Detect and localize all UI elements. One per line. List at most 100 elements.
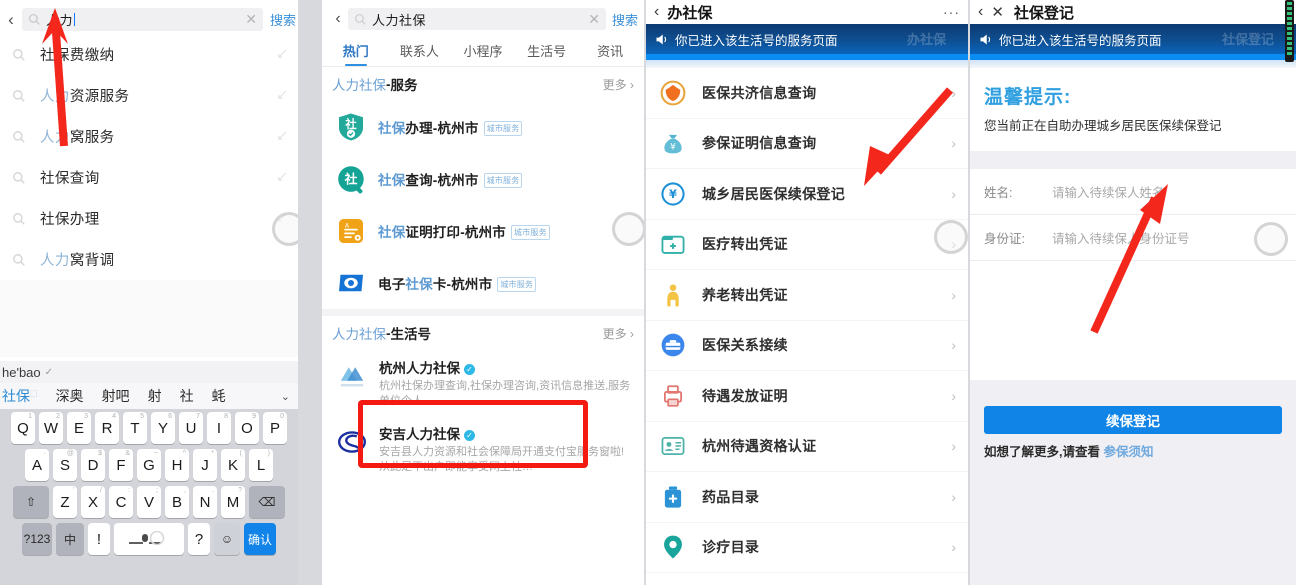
service-menu-item[interactable]: 材料目录 › xyxy=(646,573,968,585)
suggestion-item[interactable]: 社保费缴纳 xyxy=(0,34,298,75)
key-X[interactable]: / X xyxy=(81,486,105,518)
service-row[interactable]: 电子社保卡-杭州市 城市服务 xyxy=(322,257,644,309)
insurance-notice-link[interactable]: 参保须知 xyxy=(1103,445,1153,459)
question-key[interactable]: ? xyxy=(188,523,210,555)
backspace-key[interactable]: ⌫ xyxy=(249,486,285,518)
key-R[interactable]: 4R xyxy=(95,412,119,444)
close-icon[interactable]: ✕ xyxy=(991,3,1004,21)
tab-hot[interactable]: 热门 xyxy=(324,41,388,66)
clear-search-icon[interactable]: ✕ xyxy=(588,12,600,26)
name-field-row[interactable]: 姓名: 请输入待续保人姓名 xyxy=(970,169,1296,215)
key-N[interactable]: .N xyxy=(193,486,217,518)
key-J[interactable]: * J xyxy=(193,449,217,481)
fill-arrow-icon[interactable] xyxy=(275,130,288,143)
key-T[interactable]: 5T xyxy=(123,412,147,444)
scrollbar-indicator[interactable] xyxy=(1285,0,1294,62)
search-input[interactable]: 人力 ✕ xyxy=(22,7,263,31)
service-row[interactable]: 社 社保查询-杭州市 城市服务 xyxy=(322,153,644,205)
emoji-key[interactable]: ☺ xyxy=(214,523,240,555)
service-menu-item[interactable]: 待遇发放证明 › xyxy=(646,371,968,422)
more-services-link[interactable]: 更多 › xyxy=(603,76,634,93)
service-menu-item[interactable]: 药品目录 › xyxy=(646,472,968,523)
tab-news[interactable]: 资讯 xyxy=(578,41,642,66)
back-chevron-icon[interactable]: ‹ xyxy=(0,11,22,28)
tab-contacts[interactable]: 联系人 xyxy=(388,41,452,66)
search-submit-button[interactable]: 搜索 xyxy=(612,10,638,29)
key-U[interactable]: 7U xyxy=(179,412,203,444)
service-menu-item[interactable]: ¥ 城乡居民医保续保登记 › xyxy=(646,169,968,220)
key-P[interactable]: 0P xyxy=(263,412,287,444)
pinyin-edit-icon[interactable]: ✓ xyxy=(45,367,53,378)
key-V[interactable]: ; V xyxy=(137,486,161,518)
assistive-touch-bubble[interactable] xyxy=(272,212,298,246)
space-key[interactable] xyxy=(114,523,184,555)
key-H[interactable]: ^ H xyxy=(165,449,189,481)
suggestion-item[interactable]: 人力窝背调 xyxy=(0,239,298,280)
key-W[interactable]: 2W xyxy=(39,412,63,444)
shift-key[interactable]: ⇧ xyxy=(13,486,49,518)
candidate-item[interactable]: 蚝 xyxy=(203,386,235,406)
back-chevron-icon[interactable]: ‹ xyxy=(654,3,659,21)
key-Z[interactable]: ' Z xyxy=(53,486,77,518)
clear-search-icon[interactable]: ✕ xyxy=(245,12,257,26)
key-M[interactable]: ? M xyxy=(221,486,245,518)
key-E[interactable]: 3E xyxy=(67,412,91,444)
service-menu-item[interactable]: ¥ 参保证明信息查询 › xyxy=(646,119,968,169)
service-menu-item[interactable]: 诊疗目录 › xyxy=(646,523,968,573)
search-input[interactable]: 人力社保 ✕ xyxy=(348,8,606,30)
back-chevron-icon[interactable]: ‹ xyxy=(978,3,983,21)
tab-lifeaccounts[interactable]: 生活号 xyxy=(515,41,579,66)
fill-arrow-icon[interactable] xyxy=(275,171,288,184)
service-menu-item[interactable]: 医疗转出凭证 › xyxy=(646,220,968,270)
section-title-rest: 服务 xyxy=(390,78,418,93)
key-Y[interactable]: 6Y xyxy=(151,412,175,444)
more-life-link[interactable]: 更多 › xyxy=(603,325,634,342)
fill-arrow-icon[interactable] xyxy=(275,89,288,102)
service-menu-item[interactable]: 医保共济信息查询 › xyxy=(646,68,968,119)
key-K[interactable]: (K xyxy=(221,449,245,481)
submit-registration-button[interactable]: 续保登记 xyxy=(984,406,1282,434)
key-C[interactable]: :C xyxy=(109,486,133,518)
key-L[interactable]: ) L xyxy=(249,449,273,481)
key-G[interactable]: ~ G xyxy=(137,449,161,481)
candidate-item[interactable]: 射 xyxy=(139,386,171,406)
assistive-touch-bubble[interactable] xyxy=(1254,222,1288,256)
key-B[interactable]: ,B xyxy=(165,486,189,518)
candidate-item[interactable]: 射吧 xyxy=(93,386,139,406)
numeric-mode-key[interactable]: ?123 xyxy=(22,523,52,555)
tab-miniprograms[interactable]: 小程序 xyxy=(451,41,515,66)
more-dots-icon[interactable]: ··· xyxy=(943,4,960,20)
idcard-field-row[interactable]: 身份证: 请输入待续保人身份证号 xyxy=(970,215,1296,261)
back-chevron-icon[interactable]: ‹ xyxy=(328,10,348,28)
language-switch-key[interactable]: 中 xyxy=(56,523,84,555)
key-D[interactable]: $ D xyxy=(81,449,105,481)
key-F[interactable]: & F xyxy=(109,449,133,481)
key-Q[interactable]: 1Q xyxy=(11,412,35,444)
fill-arrow-icon[interactable] xyxy=(275,48,288,61)
candidate-item[interactable]: 社 xyxy=(171,386,203,406)
key-S[interactable]: @ S xyxy=(53,449,77,481)
enter-key[interactable]: 确认 xyxy=(244,523,276,555)
idcard-input[interactable]: 请输入待续保人身份证号 xyxy=(1052,228,1190,247)
service-row[interactable]: A 社保证明打印-杭州市 城市服务 xyxy=(322,205,644,257)
key-I[interactable]: 8I xyxy=(207,412,231,444)
candidate-item-selected[interactable]: 社保⬚ xyxy=(2,386,47,406)
service-menu-item[interactable]: 养老转出凭证 › xyxy=(646,270,968,321)
suggestion-item[interactable]: 人力窝服务 xyxy=(0,116,298,157)
punctuation-key[interactable]: ! xyxy=(88,523,110,555)
assistive-touch-bubble[interactable] xyxy=(934,220,968,254)
toast-banner: 你已进入该生活号的服务页面 社保登记 xyxy=(970,24,1296,54)
key-O[interactable]: 9O xyxy=(235,412,259,444)
suggestion-item[interactable]: 人力资源服务 xyxy=(0,75,298,116)
service-menu-item[interactable]: 杭州待遇资格认证 › xyxy=(646,422,968,472)
search-submit-button[interactable]: 搜索 xyxy=(267,10,298,29)
suggestion-item[interactable]: 社保办理 xyxy=(0,198,298,239)
name-input[interactable]: 请输入待续保人姓名 xyxy=(1052,182,1165,201)
suggestion-item[interactable]: 社保查询 xyxy=(0,157,298,198)
candidate-item[interactable]: 深奥 xyxy=(47,386,93,406)
chevron-down-icon[interactable]: ⌄ xyxy=(281,390,296,403)
assistive-touch-bubble[interactable] xyxy=(612,212,644,246)
key-A[interactable]: · A xyxy=(25,449,49,481)
service-menu-item[interactable]: 医保关系接续 › xyxy=(646,321,968,371)
service-row[interactable]: 社 社保办理-杭州市 城市服务 xyxy=(322,101,644,153)
